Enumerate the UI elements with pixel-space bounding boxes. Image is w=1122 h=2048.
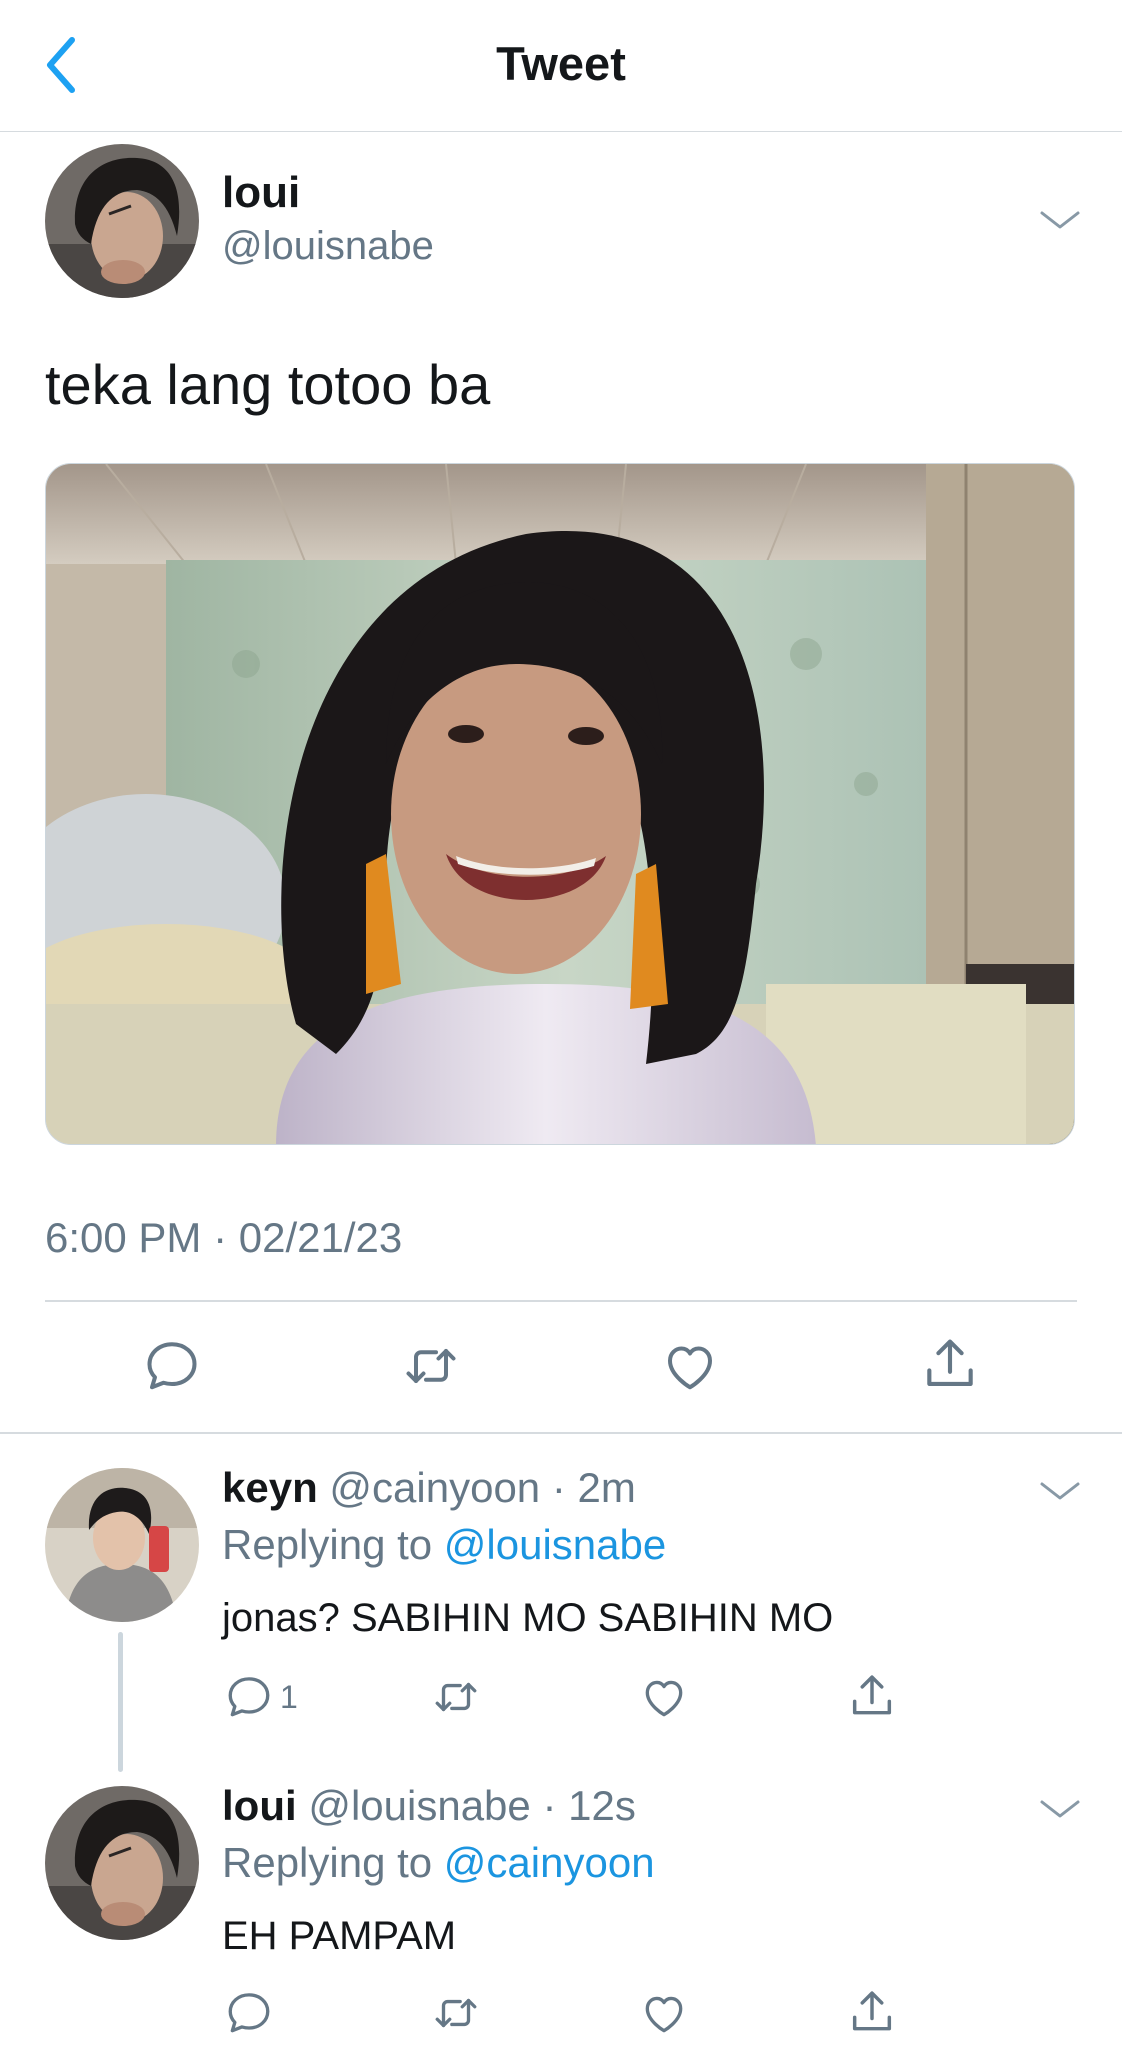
replying-to: Replying to @louisnabe xyxy=(222,1521,666,1569)
chevron-down-icon xyxy=(1038,205,1082,235)
like-icon xyxy=(638,1672,690,1722)
reply-text: jonas? SABIHIN MO SABIHIN MO xyxy=(222,1596,834,1640)
replying-to: Replying to @cainyoon xyxy=(222,1839,655,1887)
reply-icon xyxy=(142,1336,202,1396)
reply-avatar[interactable] xyxy=(45,1468,199,1622)
reply-button[interactable] xyxy=(224,1988,274,2038)
reply-options-button[interactable] xyxy=(1038,1794,1082,1824)
share-button[interactable] xyxy=(845,1670,899,1722)
reply-header: keyn @cainyoon · 2m xyxy=(222,1464,636,1512)
tweet-media-photo[interactable] xyxy=(45,463,1075,1145)
avatar[interactable] xyxy=(45,144,199,298)
reply-icon xyxy=(224,1988,274,2038)
author-handle[interactable]: @louisnabe xyxy=(222,224,434,269)
replying-to-label: Replying to xyxy=(222,1521,433,1568)
reply-author-name[interactable]: loui xyxy=(222,1782,297,1829)
chevron-down-icon xyxy=(1038,1794,1082,1824)
reply-text: EH PAMPAM xyxy=(222,1914,457,1958)
reply-icon xyxy=(224,1672,274,1722)
share-icon xyxy=(918,1333,982,1395)
retweet-icon xyxy=(428,1988,484,2038)
like-button[interactable] xyxy=(659,1336,721,1396)
page-title: Tweet xyxy=(496,37,626,90)
thread-connector-line xyxy=(118,1632,123,1772)
reply-separator: · xyxy=(542,1782,557,1829)
divider xyxy=(0,1432,1122,1434)
tweet-timestamp: 6:00 PM · 02/21/23 xyxy=(45,1214,403,1261)
like-icon xyxy=(659,1336,721,1396)
reply-author-handle[interactable]: @louisnabe xyxy=(308,1782,530,1829)
reply-time: 2m xyxy=(577,1464,636,1511)
divider xyxy=(45,1300,1077,1302)
like-button[interactable] xyxy=(638,1988,690,2038)
reply-button[interactable] xyxy=(142,1336,202,1396)
top-navigation-bar: Tweet xyxy=(0,0,1122,132)
retweet-icon xyxy=(398,1336,464,1396)
tweet-text: teka lang totoo ba xyxy=(45,353,491,416)
photo-image xyxy=(46,464,1074,1144)
avatar-image xyxy=(45,1468,199,1622)
reply-options-button[interactable] xyxy=(1038,1476,1082,1506)
share-button[interactable] xyxy=(845,1986,899,2038)
like-icon xyxy=(638,1988,690,2038)
avatar-image xyxy=(45,144,199,298)
share-icon xyxy=(845,1670,899,1722)
reply-count: 1 xyxy=(280,1678,298,1715)
share-icon xyxy=(845,1986,899,2038)
author-name[interactable]: loui xyxy=(222,168,300,218)
replying-to-mention[interactable]: @cainyoon xyxy=(444,1839,655,1886)
reply-header: loui @louisnabe · 12s xyxy=(222,1782,636,1830)
replying-to-label: Replying to xyxy=(222,1839,433,1886)
reply-button[interactable]: 1 xyxy=(224,1672,298,1722)
share-button[interactable] xyxy=(918,1333,982,1395)
reply-time: 12s xyxy=(568,1782,636,1829)
reply-separator: · xyxy=(551,1464,566,1511)
retweet-button[interactable] xyxy=(428,1672,484,1722)
retweet-button[interactable] xyxy=(428,1988,484,2038)
retweet-icon xyxy=(428,1672,484,1722)
reply-author-name[interactable]: keyn xyxy=(222,1464,318,1511)
replying-to-mention[interactable]: @louisnabe xyxy=(444,1521,666,1568)
like-button[interactable] xyxy=(638,1672,690,1722)
tweet-options-button[interactable] xyxy=(1038,205,1082,235)
reply-author-handle[interactable]: @cainyoon xyxy=(329,1464,540,1511)
avatar-image xyxy=(45,1786,199,1940)
retweet-button[interactable] xyxy=(398,1336,464,1396)
reply-avatar[interactable] xyxy=(45,1786,199,1940)
chevron-down-icon xyxy=(1038,1476,1082,1506)
